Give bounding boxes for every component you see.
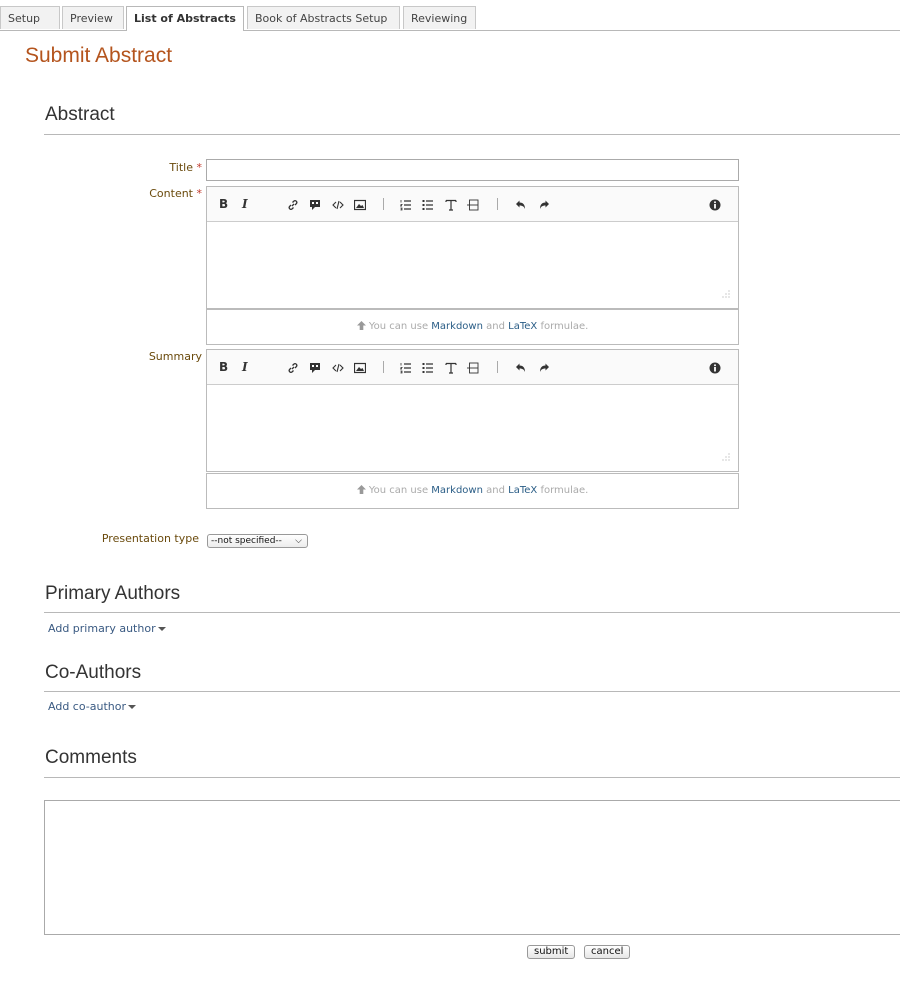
latex-link[interactable]: LaTeX bbox=[508, 485, 537, 496]
toolbar-separator bbox=[383, 361, 384, 373]
comments-textarea[interactable] bbox=[44, 800, 900, 935]
markdown-link[interactable]: Markdown bbox=[431, 321, 483, 332]
abstract-divider bbox=[44, 134, 900, 135]
hint-suffix: formulae. bbox=[540, 485, 589, 496]
horizontal-rule-icon[interactable] bbox=[467, 350, 479, 384]
title-label: Title * bbox=[169, 161, 202, 174]
toolbar-separator bbox=[497, 361, 498, 373]
toolbar-separator bbox=[497, 198, 498, 210]
ordered-list-icon[interactable] bbox=[400, 187, 412, 221]
comments-heading: Comments bbox=[45, 747, 137, 768]
add-primary-author-dropdown[interactable]: Add primary author bbox=[48, 622, 166, 635]
ordered-list-icon[interactable] bbox=[400, 350, 412, 384]
presentation-type-label: Presentation type bbox=[101, 532, 199, 545]
latex-link[interactable]: LaTeX bbox=[508, 321, 537, 332]
bold-button[interactable]: B bbox=[219, 350, 228, 384]
tab-bar: Setup Preview List of Abstracts Book of … bbox=[0, 6, 900, 31]
tab-book-of-abstracts-setup[interactable]: Book of Abstracts Setup bbox=[247, 6, 400, 29]
arrow-up-icon bbox=[356, 321, 366, 330]
title-required-mark: * bbox=[196, 161, 203, 174]
content-markdown-hint: You can use Markdown and LaTeX formulae. bbox=[206, 309, 739, 345]
tab-setup[interactable]: Setup bbox=[0, 6, 60, 29]
title-input[interactable] bbox=[206, 159, 739, 181]
info-icon[interactable] bbox=[709, 350, 721, 384]
heading-icon[interactable] bbox=[445, 350, 457, 384]
title-label-text: Title bbox=[169, 161, 193, 174]
redo-icon[interactable] bbox=[538, 350, 550, 384]
tab-list-of-abstracts[interactable]: List of Abstracts bbox=[126, 6, 244, 31]
quote-icon[interactable] bbox=[309, 187, 321, 221]
link-icon[interactable] bbox=[287, 187, 299, 221]
heading-icon[interactable] bbox=[445, 187, 457, 221]
content-editor-toolbar: B I bbox=[207, 187, 738, 222]
add-co-author-dropdown[interactable]: Add co-author bbox=[48, 700, 136, 713]
co-authors-heading: Co-Authors bbox=[45, 662, 142, 683]
markdown-link[interactable]: Markdown bbox=[431, 485, 483, 496]
summary-textarea[interactable] bbox=[207, 385, 738, 471]
cancel-button[interactable]: cancel bbox=[584, 945, 631, 959]
chevron-down-icon: ⌵ bbox=[295, 536, 302, 546]
italic-button[interactable]: I bbox=[242, 350, 248, 384]
resize-grip-icon[interactable] bbox=[720, 288, 730, 298]
info-icon[interactable] bbox=[709, 187, 721, 221]
undo-icon[interactable] bbox=[515, 187, 527, 221]
arrow-up-icon bbox=[356, 485, 366, 494]
summary-editor: B I bbox=[206, 349, 739, 472]
submit-button[interactable]: submit bbox=[527, 945, 576, 959]
hint-prefix: You can use bbox=[368, 321, 429, 332]
summary-markdown-hint: You can use Markdown and LaTeX formulae. bbox=[206, 473, 739, 509]
unordered-list-icon[interactable] bbox=[422, 187, 434, 221]
bold-button[interactable]: B bbox=[219, 187, 228, 221]
hint-and: and bbox=[486, 321, 505, 332]
add-primary-author-label: Add primary author bbox=[48, 622, 156, 635]
content-required-mark: * bbox=[196, 187, 203, 200]
undo-icon[interactable] bbox=[515, 350, 527, 384]
hint-prefix: You can use bbox=[368, 485, 429, 496]
abstract-heading: Abstract bbox=[45, 104, 115, 125]
caret-down-icon bbox=[128, 705, 136, 709]
content-label-text: Content bbox=[149, 187, 193, 200]
content-label: Content * bbox=[149, 187, 202, 200]
page-title: Submit Abstract bbox=[25, 44, 173, 67]
toolbar-separator bbox=[383, 198, 384, 210]
content-editor: B I bbox=[206, 186, 739, 309]
content-textarea[interactable] bbox=[207, 222, 738, 308]
co-authors-divider bbox=[44, 691, 900, 692]
add-co-author-label: Add co-author bbox=[48, 700, 126, 713]
summary-label: Summary bbox=[148, 350, 202, 363]
code-icon[interactable] bbox=[332, 350, 344, 384]
image-icon[interactable] bbox=[354, 350, 366, 384]
hint-and: and bbox=[486, 485, 505, 496]
link-icon[interactable] bbox=[287, 350, 299, 384]
horizontal-rule-icon[interactable] bbox=[467, 187, 479, 221]
hint-suffix: formulae. bbox=[540, 321, 589, 332]
comments-divider bbox=[44, 777, 900, 778]
redo-icon[interactable] bbox=[538, 187, 550, 221]
quote-icon[interactable] bbox=[309, 350, 321, 384]
unordered-list-icon[interactable] bbox=[422, 350, 434, 384]
tab-preview[interactable]: Preview bbox=[62, 6, 124, 29]
image-icon[interactable] bbox=[354, 187, 366, 221]
primary-authors-heading: Primary Authors bbox=[45, 583, 181, 604]
tab-reviewing[interactable]: Reviewing bbox=[403, 6, 476, 29]
summary-editor-toolbar: B I bbox=[207, 350, 738, 385]
code-icon[interactable] bbox=[332, 187, 344, 221]
italic-button[interactable]: I bbox=[242, 187, 248, 221]
caret-down-icon bbox=[157, 627, 166, 631]
presentation-type-select[interactable]: --not specified-- ⌵ bbox=[207, 534, 308, 548]
primary-authors-divider bbox=[44, 612, 900, 613]
presentation-type-value: --not specified-- bbox=[211, 536, 282, 546]
resize-grip-icon[interactable] bbox=[720, 451, 730, 461]
